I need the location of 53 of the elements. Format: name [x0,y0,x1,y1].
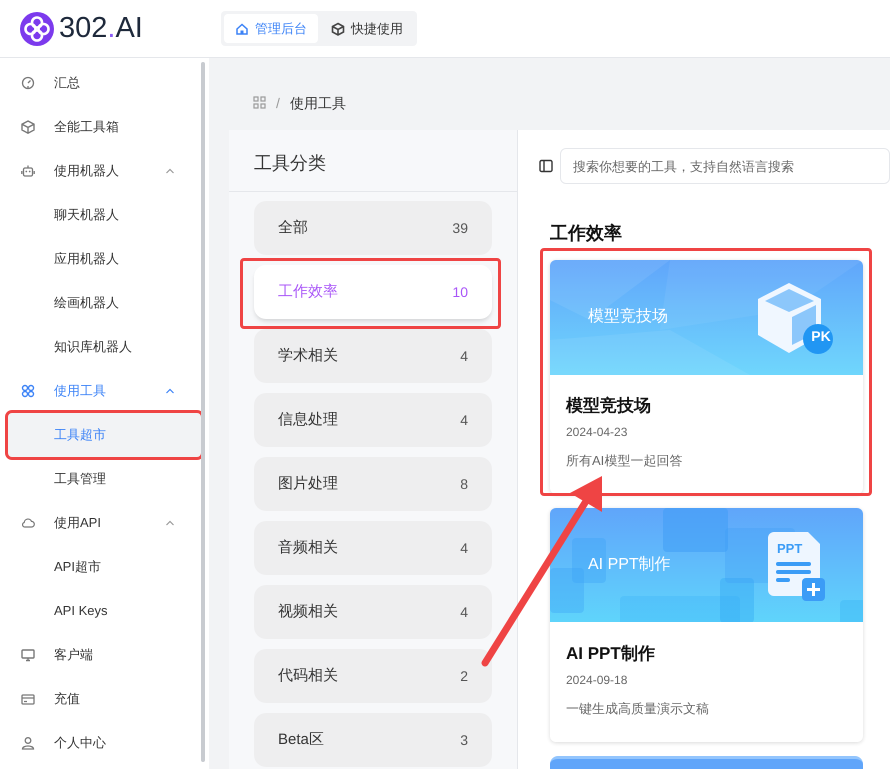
card-date: 2024-09-18 [566,672,628,688]
sidebar-item[interactable]: 客户端 [21,633,188,677]
sidebar-item[interactable]: API超市 [8,545,201,589]
breadcrumb-item: 使用工具 [290,94,346,112]
card-description: 所有AI模型一起回答 [566,452,684,470]
category-count: 2 [460,666,468,686]
sidebar-item[interactable]: 汇总 [21,61,188,105]
category-count: 4 [460,410,468,430]
sidebar-item[interactable]: 知识库机器人 [8,325,201,369]
search-field[interactable]: 搜索你想要的工具，支持自然语言搜索 [560,148,890,184]
sidebar-item[interactable]: 个人中心 [21,721,188,765]
badge-text: PK [810,329,832,343]
category-item[interactable]: 工作效率 10 [254,265,492,319]
sidebar-item[interactable]: 使用API [21,501,188,545]
sidebar-item[interactable]: 充值 [21,677,188,721]
panel-title: 工具分类 [229,130,517,192]
category-item[interactable]: 图片处理 8 [254,457,492,511]
card-title: AI PPT制作 [566,643,656,665]
category-count: 10 [452,282,468,302]
logo-text: 302.AI [59,14,143,43]
category-item[interactable]: 代码相关 2 [254,649,492,703]
category-item[interactable]: 信息处理 4 [254,393,492,447]
card-date: 2024-04-23 [566,424,628,440]
category-count: 4 [460,346,468,366]
category-item[interactable]: 音频相关 4 [254,521,492,575]
tool-card[interactable]: 模型竞技场 PK 模型竞技场 2024-04-23 所有AI模型一起回答 [550,260,863,494]
sidebar-item[interactable]: 绘画机器人 [8,281,201,325]
category-count: 8 [460,474,468,494]
tool-card[interactable]: AI PPT制作 PPT AI PPT制作 2024-09-18 一键生成高质量演示文稿 [550,508,863,742]
card-description: 一键生成高质量演示文稿 [566,700,710,718]
sidebar-item[interactable]: 全能工具箱 [21,105,188,149]
sidebar-item[interactable]: 使用工具 [21,369,188,413]
header-tab[interactable]: 快捷使用 [320,14,414,43]
category-count: 3 [460,730,468,750]
category-item[interactable]: Beta区 3 [254,713,492,767]
breadcrumb-separator: / [276,94,280,112]
category-item[interactable]: 学术相关 4 [254,329,492,383]
section-title: 工作效率 [549,222,623,245]
sidebar-item[interactable]: 工具管理 [8,457,201,501]
category-count: 39 [452,218,468,238]
document-label: PPT [777,542,802,555]
category-item[interactable]: 视频相关 4 [254,585,492,639]
card-title: 模型竞技场 [566,395,652,417]
sidebar-item[interactable]: 使用机器人 [21,149,188,193]
sidebar-item[interactable]: 应用机器人 [8,237,201,281]
category-count: 4 [460,602,468,622]
category-count: 4 [460,538,468,558]
sidebar-item[interactable]: API Keys [8,589,201,633]
category-item[interactable]: 全部 39 [254,201,492,255]
sidebar-item[interactable]: 聊天机器人 [8,193,201,237]
banner-title: 模型竞技场 [588,306,668,327]
header-tab[interactable]: 管理后台 [224,14,318,43]
banner-title: AI PPT制作 [588,554,671,575]
